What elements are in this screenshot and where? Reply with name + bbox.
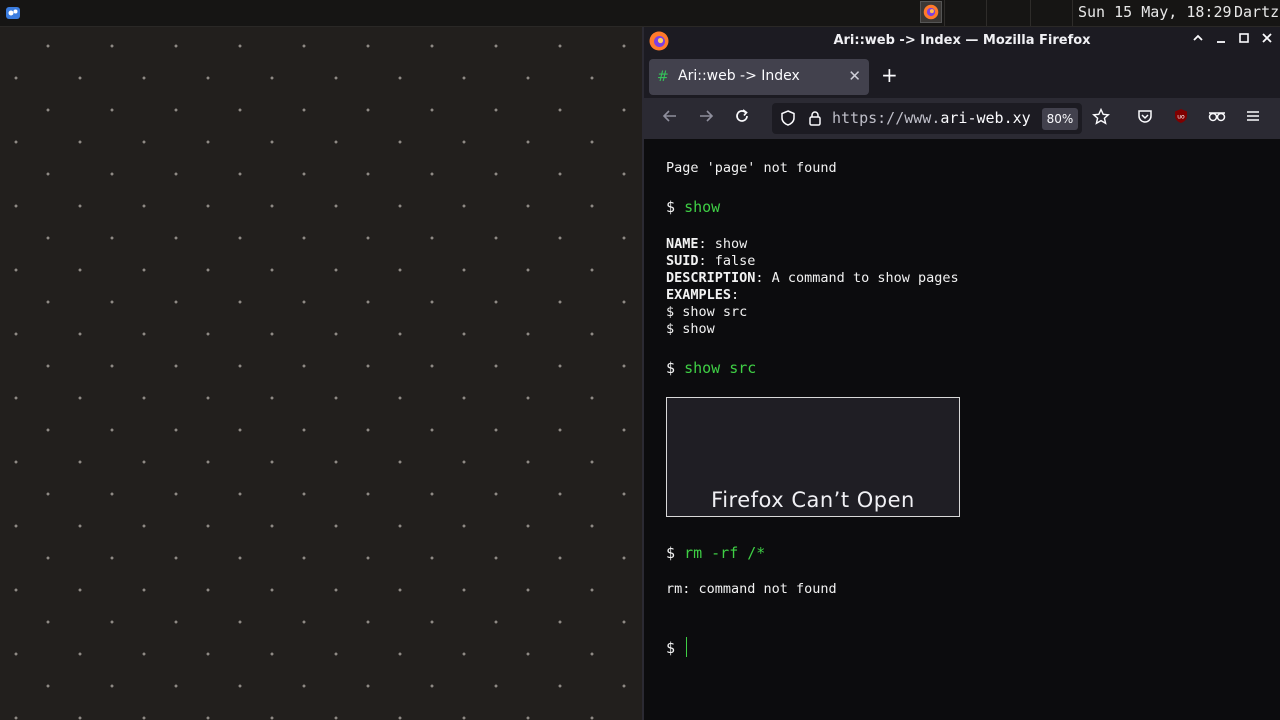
- command-text: show: [684, 198, 721, 216]
- ublock-origin-icon: uo: [1175, 109, 1187, 123]
- url-host: ari-web.xyz: [940, 109, 1032, 127]
- window-shade-button[interactable]: [1189, 32, 1207, 50]
- tab-strip: # Ari::web -> Index ✕ +: [644, 56, 1280, 98]
- frame-error-title: Firefox Can’t Open: [711, 488, 915, 512]
- help-key: DESCRIPTION: [666, 270, 756, 286]
- pocket-icon: [1138, 110, 1152, 123]
- back-button[interactable]: [659, 108, 681, 130]
- app-menu-button[interactable]: [1242, 108, 1264, 130]
- tab-close-icon[interactable]: ✕: [848, 67, 861, 85]
- help-value: : false: [698, 253, 756, 269]
- svg-text:uo: uo: [1177, 114, 1185, 121]
- shield-icon[interactable]: [779, 109, 797, 127]
- arrow-left-icon: [662, 110, 676, 122]
- output-rm-error: rm: command not found: [666, 581, 837, 597]
- window-titlebar[interactable]: Ari::web -> Index — Mozilla Firefox: [644, 27, 1280, 56]
- help-value: :: [731, 287, 740, 303]
- output-not-found: Page 'page' not found: [666, 160, 837, 176]
- site-favicon-icon: #: [657, 69, 669, 85]
- panel-divider: [1072, 0, 1073, 26]
- hamburger-menu-icon: [1247, 111, 1259, 121]
- close-icon: [1262, 33, 1272, 43]
- help-key: SUID: [666, 253, 699, 269]
- star-icon: [1092, 107, 1110, 125]
- ublock-origin-button[interactable]: uo: [1170, 108, 1192, 130]
- app-launcher-icon[interactable]: [4, 4, 22, 22]
- command-line-show-src: $ show src: [666, 359, 756, 377]
- prompt-symbol: $: [666, 639, 676, 657]
- terminal-input-cursor[interactable]: [686, 637, 687, 657]
- prompt-symbol: $: [666, 544, 676, 562]
- embedded-source-frame[interactable]: Firefox Can’t Open: [666, 397, 960, 517]
- panel-username[interactable]: Dartz: [1234, 3, 1280, 21]
- help-value: : show: [698, 236, 748, 252]
- panel-divider: [944, 0, 945, 26]
- active-prompt: $: [666, 639, 675, 657]
- zoom-level-badge[interactable]: 80%: [1042, 108, 1078, 130]
- prompt-symbol: $: [666, 359, 676, 377]
- forward-button[interactable]: [695, 108, 717, 130]
- navigation-toolbar: https://www.ari-web.xyz 80% uo: [644, 98, 1280, 140]
- new-tab-button[interactable]: +: [881, 64, 898, 86]
- taskbar-firefox-button[interactable]: [920, 1, 942, 23]
- address-bar[interactable]: https://www.ari-web.xyz 80%: [772, 103, 1082, 134]
- panel-divider: [986, 0, 987, 26]
- panel-divider: [1030, 0, 1031, 26]
- help-key: NAME: [666, 236, 699, 252]
- terminal-page[interactable]: Page 'page' not found $ show NAME: show …: [644, 140, 1280, 720]
- help-example-2: $ show: [666, 321, 715, 337]
- prompt-symbol: $: [666, 198, 676, 216]
- arrow-right-icon: [700, 110, 714, 122]
- firefox-window: Ari::web -> Index — Mozilla Firefox # Ar…: [642, 27, 1280, 720]
- lock-icon[interactable]: [806, 109, 824, 127]
- command-text: rm -rf /*: [684, 544, 766, 562]
- panel-clock[interactable]: Sun 15 May, 18:29: [1078, 3, 1232, 21]
- help-suid-line: SUID: false: [666, 253, 755, 269]
- help-value: : A command to show pages: [755, 270, 959, 286]
- reload-icon: [736, 109, 748, 122]
- top-panel: Sun 15 May, 18:29 Dartz: [0, 0, 1280, 27]
- url-prefix: https://www.: [832, 109, 941, 127]
- window-close-button[interactable]: [1258, 32, 1276, 50]
- reload-button[interactable]: [731, 108, 753, 130]
- window-minimize-button[interactable]: [1212, 32, 1230, 50]
- command-line-rm: $ rm -rf /*: [666, 544, 765, 562]
- maximize-icon: [1239, 33, 1249, 43]
- help-example-1: $ show src: [666, 304, 748, 320]
- command-line-show: $ show: [666, 198, 720, 216]
- privacy-extension-button[interactable]: [1206, 108, 1228, 130]
- chevron-up-icon: [1193, 34, 1203, 41]
- command-text: show src: [684, 359, 757, 377]
- bookmark-star-button[interactable]: [1090, 107, 1112, 130]
- window-maximize-button[interactable]: [1235, 32, 1253, 50]
- help-key: EXAMPLES: [666, 287, 732, 303]
- pocket-button[interactable]: [1134, 108, 1156, 130]
- help-description-line: DESCRIPTION: A command to show pages: [666, 270, 959, 286]
- help-name-line: NAME: show: [666, 236, 747, 252]
- url-text[interactable]: https://www.ari-web.xyz: [832, 109, 1032, 127]
- tab-ari-web-index[interactable]: # Ari::web -> Index ✕: [649, 59, 869, 95]
- window-title: Ari::web -> Index — Mozilla Firefox: [833, 33, 1091, 48]
- help-examples-line: EXAMPLES:: [666, 287, 739, 303]
- glasses-icon: [1208, 112, 1226, 122]
- tab-title: Ari::web -> Index: [678, 68, 800, 84]
- firefox-icon: [923, 4, 939, 20]
- minimize-icon: [1217, 41, 1225, 43]
